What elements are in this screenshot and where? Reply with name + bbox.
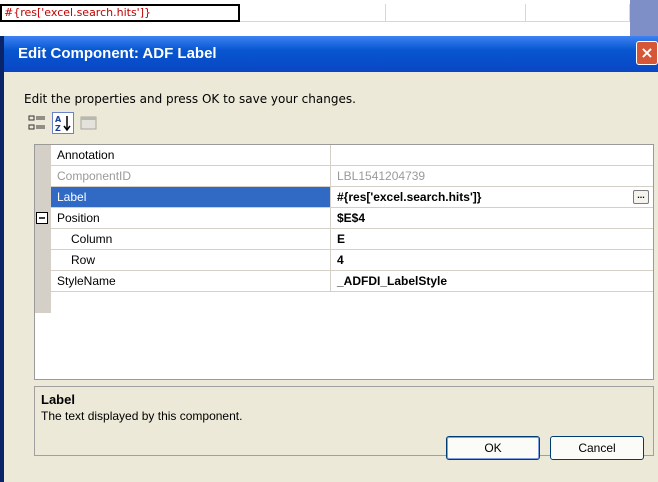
sort-alphabetical-icon[interactable]: A Z xyxy=(52,112,74,134)
property-row-label[interactable]: Label #{res['excel.search.hits']} ... xyxy=(35,187,653,208)
property-name: Position xyxy=(51,208,331,229)
sheet-cell[interactable] xyxy=(240,4,386,22)
property-row-row[interactable]: Row 4 xyxy=(35,250,653,271)
property-value[interactable]: _ADFDI_LabelStyle xyxy=(331,271,653,292)
title-bar[interactable]: Edit Component: ADF Label × xyxy=(4,36,658,72)
property-value[interactable]: 4 xyxy=(331,250,653,271)
close-button[interactable]: × xyxy=(636,41,658,65)
property-value[interactable]: #{res['excel.search.hits']} ... xyxy=(331,187,653,208)
property-row-componentid[interactable]: ComponentID LBL1541204739 xyxy=(35,166,653,187)
description-text: The text displayed by this component. xyxy=(41,409,243,423)
property-name: Annotation xyxy=(51,145,331,166)
property-name: StyleName xyxy=(51,271,331,292)
property-name: ComponentID xyxy=(51,166,331,187)
property-row-column[interactable]: Column E xyxy=(35,229,653,250)
svg-text:Z: Z xyxy=(55,124,61,133)
active-cell[interactable]: #{res['excel.search.hits']} xyxy=(0,4,240,22)
categorized-icon[interactable] xyxy=(26,112,48,134)
sheet-cell[interactable] xyxy=(526,4,630,22)
property-name: Row xyxy=(51,250,331,271)
ok-button[interactable]: OK xyxy=(446,436,540,460)
collapse-icon[interactable] xyxy=(36,212,48,224)
property-value: LBL1541204739 xyxy=(331,166,653,187)
property-row-position[interactable]: Position $E$4 xyxy=(35,208,653,229)
property-value[interactable]: $E$4 xyxy=(331,208,653,229)
property-pages-icon[interactable] xyxy=(78,112,100,134)
property-row-annotation[interactable]: Annotation xyxy=(35,145,653,166)
edit-component-dialog: Edit Component: ADF Label × Edit the pro… xyxy=(0,36,658,482)
label-value-text: #{res['excel.search.hits']} xyxy=(337,190,482,204)
cancel-button[interactable]: Cancel xyxy=(550,436,644,460)
dialog-title: Edit Component: ADF Label xyxy=(18,45,217,62)
sheet-cell[interactable] xyxy=(386,4,526,22)
property-name: Column xyxy=(51,229,331,250)
sheet-scroll-area xyxy=(630,0,658,36)
ellipsis-button[interactable]: ... xyxy=(633,190,649,204)
instructions-text: Edit the properties and press OK to save… xyxy=(24,92,356,106)
spreadsheet-area: #{res['excel.search.hits']} xyxy=(0,0,658,36)
description-title: Label xyxy=(41,392,75,407)
property-value[interactable] xyxy=(331,145,653,166)
property-row-stylename[interactable]: StyleName _ADFDI_LabelStyle xyxy=(35,271,653,292)
svg-text:A: A xyxy=(55,115,62,124)
property-grid: Annotation ComponentID LBL1541204739 Lab… xyxy=(34,144,654,380)
property-name: Label xyxy=(51,187,331,208)
property-value[interactable]: E xyxy=(331,229,653,250)
